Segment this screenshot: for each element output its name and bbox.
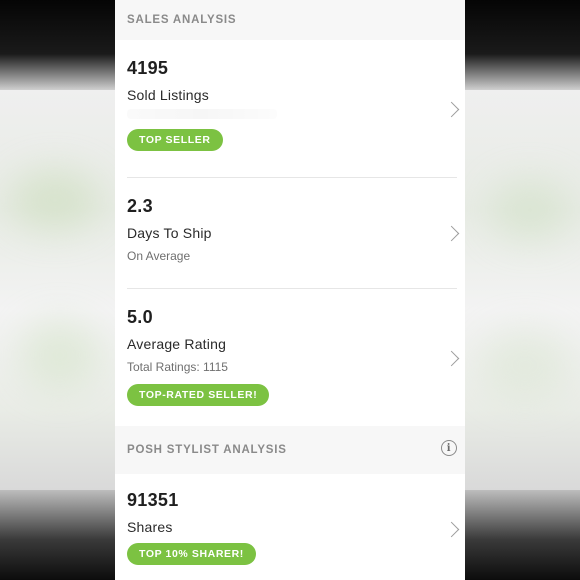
total-ratings-text: Total Ratings: 1115 — [127, 360, 228, 374]
days-to-ship-subtitle: On Average — [127, 249, 191, 263]
top-rated-seller-badge: TOP-RATED SELLER! — [127, 384, 270, 406]
top-sharer-badge: TOP 10% SHARER! — [127, 543, 256, 565]
chevron-right-icon — [443, 101, 460, 118]
sold-listings-count: 4195 — [127, 58, 169, 78]
posh-stylist-analysis-title: POSH STYLIST ANALYSIS — [127, 444, 287, 456]
stats-panel: SALES ANALYSIS 4195 Sold Listings TOP SE… — [115, 0, 465, 580]
sales-analysis-title: SALES ANALYSIS — [127, 14, 237, 26]
shares-card[interactable]: 91351 Shares TOP 10% SHARER! — [127, 474, 460, 580]
sales-analysis-header: SALES ANALYSIS — [115, 0, 465, 40]
average-rating-value: 5.0 — [127, 307, 153, 327]
average-rating-card[interactable]: 5.0 Average Rating Total Ratings: 1115 T… — [127, 289, 460, 426]
top-seller-badge: TOP SELLER — [127, 129, 223, 151]
sold-listings-card[interactable]: 4195 Sold Listings TOP SELLER — [127, 40, 460, 178]
info-icon[interactable]: i — [441, 440, 457, 456]
shares-count: 91351 — [127, 490, 179, 510]
blurred-line — [127, 109, 277, 119]
sold-listings-title: Sold Listings — [127, 87, 209, 103]
days-to-ship-card[interactable]: 2.3 Days To Ship On Average — [127, 178, 460, 289]
posh-stylist-analysis-header: POSH STYLIST ANALYSIS i — [115, 426, 465, 474]
days-to-ship-title: Days To Ship — [127, 225, 212, 241]
shares-title: Shares — [127, 519, 173, 535]
average-rating-title: Average Rating — [127, 336, 227, 352]
days-to-ship-value: 2.3 — [127, 196, 153, 216]
